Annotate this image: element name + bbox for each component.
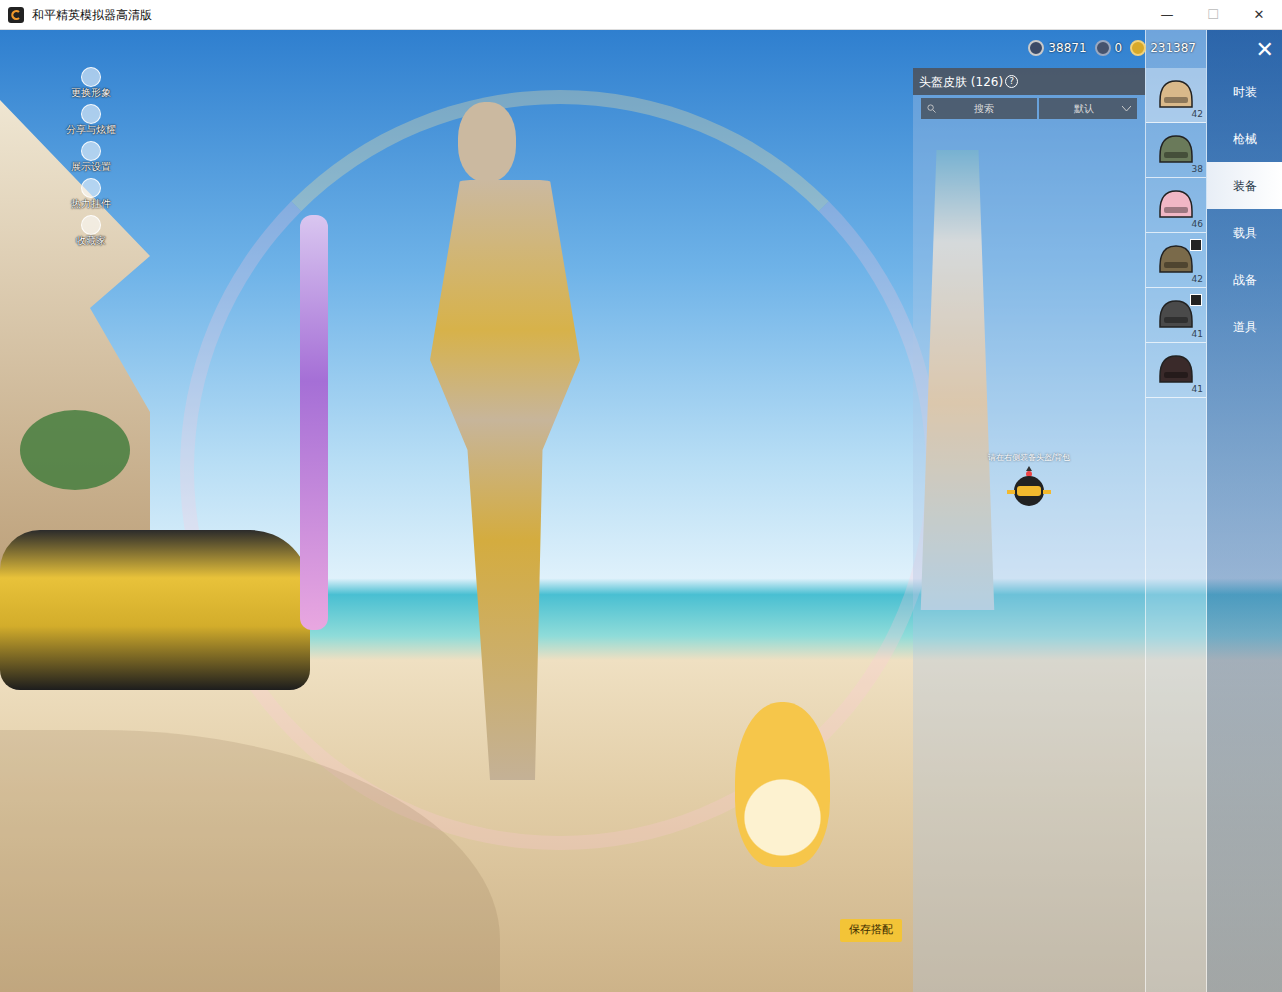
slot-count: 42 [1192, 273, 1203, 287]
hint-area: 请在右侧装备头盔/背包 [913, 452, 1145, 514]
slot-count: 41 [1192, 328, 1203, 342]
category-tab[interactable]: 道具 [1207, 303, 1282, 350]
side-menu-label: 更换形象 [71, 87, 111, 99]
side-menu-item[interactable]: 展示设置 [71, 141, 111, 178]
help-icon[interactable]: ? [1005, 75, 1018, 88]
currency: 0 [1095, 39, 1123, 57]
currency-amount: 38871 [1048, 39, 1086, 57]
hint-text: 请在右侧装备头盔/背包 [988, 452, 1071, 464]
palm-tree [20, 410, 130, 490]
title-bar: 和平精英模拟器高清版—☐✕ [0, 0, 1282, 30]
side-menu-label: 收藏家 [76, 235, 106, 247]
equipment-icon [1156, 77, 1196, 113]
equipment-slot[interactable]: 42 [1146, 233, 1206, 288]
category-tab[interactable]: 载具 [1207, 209, 1282, 256]
currency-amount: 231387 [1150, 39, 1196, 57]
window-title: 和平精英模拟器高清版 [32, 6, 1144, 24]
coin-icon [1028, 40, 1044, 56]
side-menu-label: 热力挂件 [71, 198, 111, 210]
slot-count: 46 [1192, 218, 1203, 232]
currency-amount: 0 [1115, 39, 1123, 57]
side-menu-label: 分享与炫耀 [66, 124, 116, 136]
side-menu-item[interactable]: 热力挂件 [71, 178, 111, 215]
equipment-slots: 42 38 46 42 41 41 [1145, 30, 1207, 992]
side-menu-item[interactable]: 更换形象 [71, 67, 111, 104]
currency-bar: 38871 0 231387 [1028, 39, 1196, 57]
search-label: 搜索 [936, 101, 1031, 116]
category-tab[interactable]: 枪械 [1207, 115, 1282, 162]
menu-icon [81, 215, 101, 235]
equipment-icon [1156, 352, 1196, 388]
equipment-slot[interactable]: 41 [1146, 343, 1206, 398]
side-menu-item[interactable]: 分享与炫耀 [66, 104, 116, 141]
window-control-button[interactable]: ☐ [1190, 5, 1236, 25]
side-menu-item[interactable]: 收藏家 [76, 215, 106, 252]
coin-icon [1095, 40, 1111, 56]
menu-icon [81, 178, 101, 198]
menu-icon [81, 104, 101, 124]
pet [735, 702, 830, 867]
badge-icon [1190, 239, 1202, 251]
slot-count: 38 [1192, 163, 1203, 177]
sort-label: 默认 [1045, 101, 1122, 116]
panel-header: 头盔皮肤 (126)? [913, 68, 1145, 95]
mummy-body [430, 180, 580, 780]
equipment-icon [1156, 187, 1196, 223]
badge-icon [1190, 294, 1202, 306]
coin-icon [1130, 40, 1146, 56]
menu-icon [81, 141, 101, 161]
search-icon [927, 104, 936, 113]
equipment-slot[interactable]: 42 [1146, 68, 1206, 123]
slot-count: 41 [1192, 383, 1203, 397]
app-logo-icon [8, 7, 24, 23]
sort-dropdown[interactable]: 默认 [1039, 98, 1137, 119]
close-button[interactable]: ✕ [1207, 30, 1282, 68]
stage-area [0, 30, 913, 992]
currency: 38871 [1028, 39, 1086, 57]
game-ui: 头盔皮肤 (126)? 搜索默认请在右侧装备头盔/背包 42 38 46 42 41 41 ✕时… [0, 30, 1282, 992]
equipment-slot[interactable]: 41 [1146, 288, 1206, 343]
preview-character-icon [1004, 464, 1054, 514]
menu-icon [81, 67, 101, 87]
dropdown-arrow-icon [1122, 106, 1131, 112]
category-tab[interactable]: 战备 [1207, 256, 1282, 303]
category-tab[interactable]: 时装 [1207, 68, 1282, 115]
rainbow [180, 90, 940, 850]
staff [300, 215, 328, 630]
window-control-button[interactable]: — [1144, 5, 1190, 25]
equipment-slot[interactable]: 38 [1146, 123, 1206, 178]
beach-shadow [0, 730, 500, 992]
window-control-button[interactable]: ✕ [1236, 5, 1282, 25]
car [0, 530, 310, 690]
skin-panel: 头盔皮肤 (126)? 搜索默认请在右侧装备头盔/背包 [913, 68, 1145, 992]
game-view: 头盔皮肤 (126)? 搜索默认请在右侧装备头盔/背包 42 38 46 42 41 41 ✕时… [0, 30, 1282, 992]
panel-title: 头盔皮肤 (126) [919, 73, 1003, 91]
save-button[interactable]: 保存搭配 [840, 919, 902, 942]
slot-count: 42 [1192, 108, 1203, 122]
mummy-head [458, 102, 516, 182]
equipment-icon [1156, 132, 1196, 168]
category-tabs: ✕时装枪械装备载具战备道具 [1207, 30, 1282, 992]
category-tab[interactable]: 装备 [1207, 162, 1282, 209]
equipment-slot[interactable]: 46 [1146, 178, 1206, 233]
side-menu-label: 展示设置 [71, 161, 111, 173]
currency: 231387 [1130, 39, 1196, 57]
search-box[interactable]: 搜索 [921, 98, 1037, 119]
side-menu: 更换形象分享与炫耀展示设置热力挂件收藏家 [58, 67, 124, 252]
search-row: 搜索默认 [921, 98, 1137, 119]
